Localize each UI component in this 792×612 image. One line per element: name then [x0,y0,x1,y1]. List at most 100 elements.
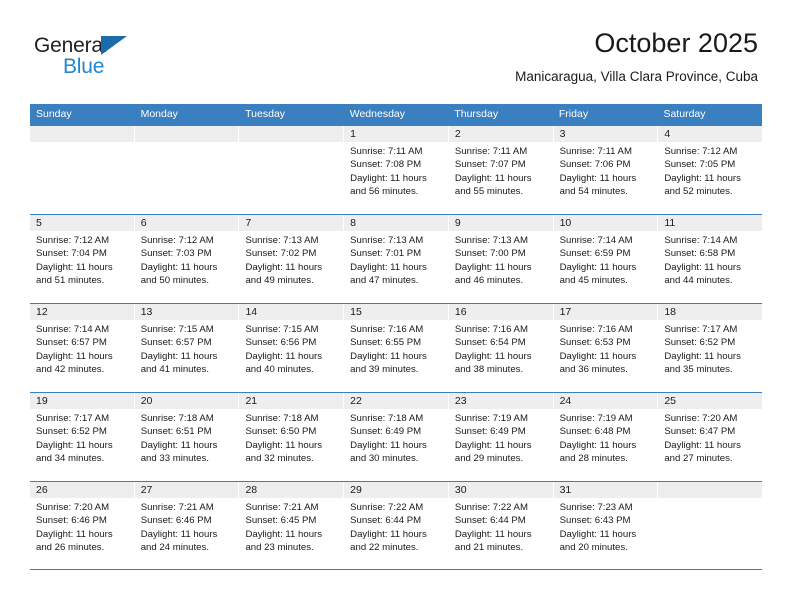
day-number: 6 [134,215,239,231]
calendar-day-cell[interactable]: 13 Sunrise: 7:15 AM Sunset: 6:57 PM Dayligh… [133,304,239,392]
calendar-day-cell-empty [133,126,239,214]
daylight-text-line1: Daylight: 11 hours [245,528,323,540]
sunset-text: Sunset: 6:44 PM [350,515,422,527]
day-number: 4 [658,126,763,142]
daylight-text-line2: and 46 minutes. [454,275,524,287]
calendar-day-cell[interactable]: 9 Sunrise: 7:13 AM Sunset: 7:00 PM Daylight… [447,215,553,303]
daylight-text-line1: Daylight: 11 hours [245,350,323,362]
sunrise-text: Sunrise: 7:14 AM [664,235,738,246]
calendar-day-cell[interactable]: 29 Sunrise: 7:22 AM Sunset: 6:44 PM Dayligh… [343,482,448,569]
sunrise-text: Sunrise: 7:14 AM [36,324,110,335]
calendar-weeks: 1 Sunrise: 7:11 AM Sunset: 7:08 PM Daylight… [30,125,763,570]
day-number: 16 [448,304,553,320]
calendar-day-cell[interactable]: 30 Sunrise: 7:22 AM Sunset: 6:44 PM Dayligh… [447,482,553,569]
daylight-text-line1: Daylight: 11 hours [245,439,323,451]
day-sun-info: Sunrise: 7:20 AM Sunset: 6:46 PM Daylight:… [30,498,134,555]
day-number: 30 [448,482,553,498]
calendar-day-cell[interactable]: 24 Sunrise: 7:19 AM Sunset: 6:48 PM Dayligh… [552,393,658,481]
day-sun-info: Sunrise: 7:21 AM Sunset: 6:45 PM Daylight:… [239,498,343,555]
calendar-day-cell[interactable]: 15 Sunrise: 7:16 AM Sunset: 6:55 PM Dayligh… [343,304,448,392]
sunrise-text: Sunrise: 7:16 AM [350,324,424,335]
day-sun-info: Sunrise: 7:13 AM Sunset: 7:00 PM Daylight:… [449,231,553,288]
day-number [30,126,134,142]
day-sun-info: Sunrise: 7:15 AM Sunset: 6:56 PM Daylight:… [239,320,343,377]
calendar-day-cell[interactable]: 25 Sunrise: 7:20 AM Sunset: 6:47 PM Dayligh… [657,393,763,481]
daylight-text-line2: and 34 minutes. [36,453,105,465]
calendar-day-cell[interactable]: 23 Sunrise: 7:19 AM Sunset: 6:49 PM Dayligh… [447,393,553,481]
day-number: 15 [344,304,448,320]
daylight-text-line2: and 20 minutes. [559,542,628,554]
calendar-week-row: 19 Sunrise: 7:17 AM Sunset: 6:52 PM Dayligh… [30,392,763,481]
calendar-day-cell[interactable]: 4 Sunrise: 7:12 AM Sunset: 7:05 PM Daylight… [657,126,763,214]
weekday-header-monday: Monday [140,108,178,120]
calendar-day-cell[interactable]: 17 Sunrise: 7:16 AM Sunset: 6:53 PM Dayligh… [552,304,658,392]
brand-logo[interactable]: General Blue [34,34,214,86]
calendar-day-cell[interactable]: 6 Sunrise: 7:12 AM Sunset: 7:03 PM Daylight… [133,215,239,303]
day-sun-info: Sunrise: 7:21 AM Sunset: 6:46 PM Daylight:… [135,498,239,555]
weekday-header-sunday: Sunday [36,108,72,120]
calendar-day-cell[interactable]: 22 Sunrise: 7:18 AM Sunset: 6:49 PM Dayligh… [343,393,448,481]
brand-name-blue: Blue [63,55,105,78]
day-number: 7 [239,215,344,231]
sunset-text: Sunset: 7:08 PM [350,159,422,171]
sunset-text: Sunset: 7:00 PM [454,248,526,260]
day-sun-info: Sunrise: 7:22 AM Sunset: 6:44 PM Daylight:… [449,498,553,555]
sunrise-text: Sunrise: 7:18 AM [140,413,214,424]
calendar-day-cell[interactable]: 2 Sunrise: 7:11 AM Sunset: 7:07 PM Daylight… [447,126,553,214]
weekday-header-thursday: Thursday [454,108,499,120]
calendar-day-cell[interactable]: 7 Sunrise: 7:13 AM Sunset: 7:02 PM Daylight… [238,215,344,303]
day-sun-info: Sunrise: 7:16 AM Sunset: 6:54 PM Daylight:… [449,320,553,377]
sunset-text: Sunset: 6:57 PM [36,337,107,349]
daylight-text-line2: and 35 minutes. [664,364,733,376]
sunrise-text: Sunrise: 7:21 AM [245,502,319,513]
calendar-day-cell[interactable]: 10 Sunrise: 7:14 AM Sunset: 6:59 PM Dayligh… [552,215,658,303]
day-number: 13 [134,304,239,320]
triangle-icon [101,36,127,55]
daylight-text-line2: and 51 minutes. [36,275,105,287]
calendar-day-cell[interactable]: 21 Sunrise: 7:18 AM Sunset: 6:50 PM Dayligh… [238,393,344,481]
day-number: 19 [30,393,134,409]
daylight-text-line1: Daylight: 11 hours [454,439,532,451]
day-number: 12 [30,304,134,320]
daylight-text-line1: Daylight: 11 hours [664,261,741,273]
sunrise-text: Sunrise: 7:12 AM [36,235,110,246]
daylight-text-line1: Daylight: 11 hours [664,172,741,184]
calendar-day-cell[interactable]: 28 Sunrise: 7:21 AM Sunset: 6:45 PM Dayligh… [238,482,344,569]
calendar-day-cell[interactable]: 1 Sunrise: 7:11 AM Sunset: 7:08 PM Daylight… [343,126,448,214]
calendar-day-cell[interactable]: 19 Sunrise: 7:17 AM Sunset: 6:52 PM Dayligh… [30,393,134,481]
sunrise-text: Sunrise: 7:13 AM [454,235,528,246]
sunrise-text: Sunrise: 7:16 AM [454,324,528,335]
daylight-text-line2: and 38 minutes. [454,364,524,376]
page-header: General Blue October 2025 Manicaragua, V… [30,26,758,100]
calendar-day-cell[interactable]: 12 Sunrise: 7:14 AM Sunset: 6:57 PM Dayligh… [30,304,134,392]
sunset-text: Sunset: 6:50 PM [245,426,317,438]
daylight-text-line2: and 54 minutes. [559,186,628,198]
calendar-day-cell[interactable]: 27 Sunrise: 7:21 AM Sunset: 6:46 PM Dayligh… [133,482,239,569]
day-number: 10 [553,215,658,231]
calendar-day-cell[interactable]: 20 Sunrise: 7:18 AM Sunset: 6:51 PM Dayligh… [133,393,239,481]
calendar-day-cell[interactable]: 16 Sunrise: 7:16 AM Sunset: 6:54 PM Dayligh… [447,304,553,392]
calendar-week-row: 26 Sunrise: 7:20 AM Sunset: 6:46 PM Dayligh… [30,481,763,570]
calendar-day-cell[interactable]: 3 Sunrise: 7:11 AM Sunset: 7:06 PM Daylight… [552,126,658,214]
sunset-text: Sunset: 7:02 PM [245,248,317,260]
sunrise-text: Sunrise: 7:17 AM [664,324,738,335]
calendar-day-cell[interactable]: 11 Sunrise: 7:14 AM Sunset: 6:58 PM Dayligh… [657,215,763,303]
sunrise-text: Sunrise: 7:11 AM [350,146,423,157]
calendar-day-cell[interactable]: 8 Sunrise: 7:13 AM Sunset: 7:01 PM Daylight… [343,215,448,303]
calendar-day-cell[interactable]: 26 Sunrise: 7:20 AM Sunset: 6:46 PM Dayligh… [30,482,134,569]
calendar-day-cell[interactable]: 5 Sunrise: 7:12 AM Sunset: 7:04 PM Daylight… [30,215,134,303]
day-sun-info: Sunrise: 7:16 AM Sunset: 6:53 PM Daylight:… [554,320,658,377]
day-number: 20 [134,393,239,409]
calendar-day-cell[interactable]: 31 Sunrise: 7:23 AM Sunset: 6:43 PM Dayligh… [552,482,658,569]
daylight-text-line1: Daylight: 11 hours [350,261,427,273]
sunrise-text: Sunrise: 7:13 AM [245,235,319,246]
calendar-day-cell[interactable]: 14 Sunrise: 7:15 AM Sunset: 6:56 PM Dayligh… [238,304,344,392]
sunrise-text: Sunrise: 7:11 AM [454,146,528,157]
calendar-week-row: 5 Sunrise: 7:12 AM Sunset: 7:04 PM Daylight… [30,214,763,303]
daylight-text-line1: Daylight: 11 hours [36,350,113,362]
daylight-text-line1: Daylight: 11 hours [664,350,741,362]
daylight-text-line2: and 21 minutes. [454,542,524,554]
sunset-text: Sunset: 6:46 PM [140,515,212,527]
calendar-day-cell[interactable]: 18 Sunrise: 7:17 AM Sunset: 6:52 PM Dayligh… [657,304,763,392]
daylight-text-line2: and 32 minutes. [245,453,314,465]
